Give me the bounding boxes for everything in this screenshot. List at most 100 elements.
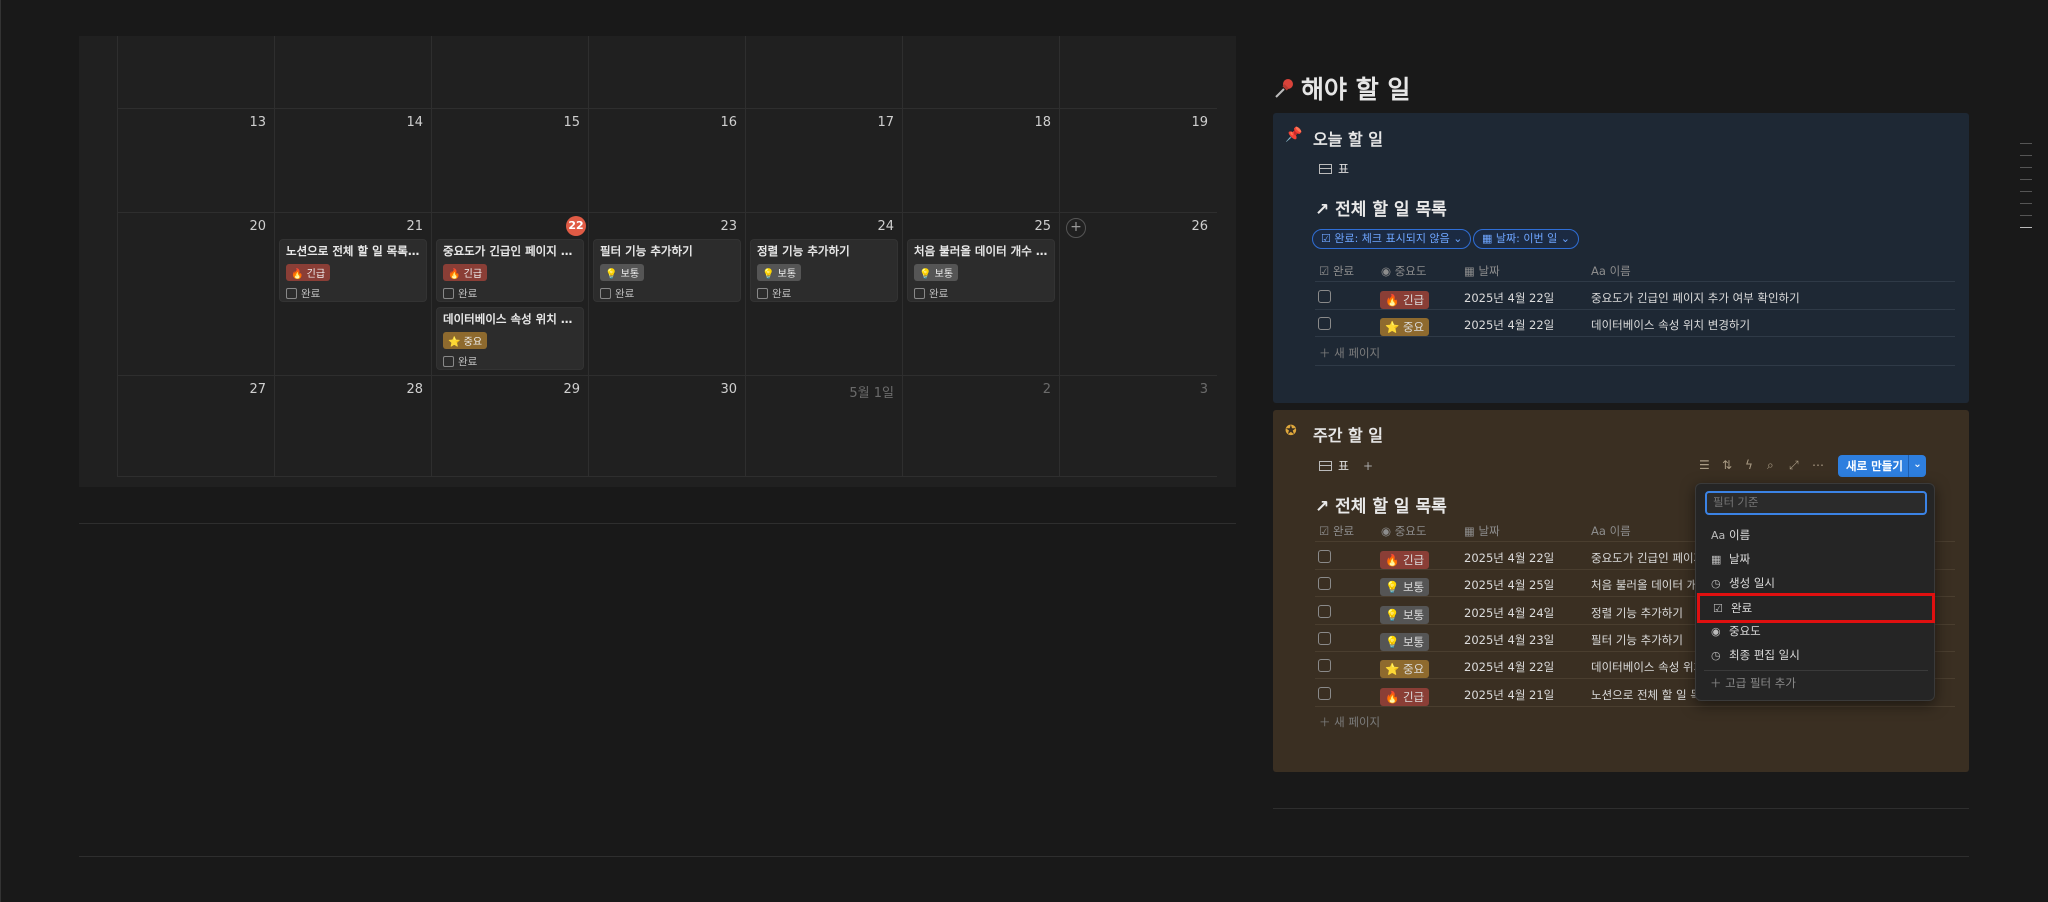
automation-icon[interactable]: ϟ [1745, 458, 1753, 472]
calendar-day[interactable]: 18 [902, 109, 1059, 212]
checkbox[interactable] [1318, 632, 1331, 645]
name-cell[interactable]: 데이터베이스 속성 위치 [1591, 659, 1704, 675]
filter-option-done[interactable]: ☑ 완료 [1697, 593, 1935, 623]
filter-search-input[interactable] [1705, 491, 1927, 515]
checkbox-label: 완료 [615, 288, 635, 300]
calendar-day[interactable]: 20 [117, 213, 274, 375]
calendar-day[interactable]: + 26 [1059, 213, 1216, 375]
column-header-name[interactable]: Aa 이름 [1591, 263, 1631, 279]
filter-chip-date[interactable]: ▦ 날짜: 이번 일 ⌄ [1473, 229, 1579, 249]
checkbox[interactable] [1318, 659, 1331, 672]
calendar-day[interactable]: 27 [117, 376, 274, 476]
calendar-day[interactable]: 15 [431, 109, 588, 212]
filter-icon[interactable]: ☰ [1699, 458, 1710, 472]
calendar-card[interactable]: 처음 불러올 데이터 개수 지... 💡 보통 완료 [907, 239, 1055, 302]
calendar-day[interactable]: 5월 1일 [745, 376, 902, 476]
date-cell: 2025년 4월 21일 [1464, 688, 1555, 702]
priority-tag: 💡 보통 [1380, 606, 1430, 624]
date-cell: 2025년 4월 22일 [1464, 318, 1555, 332]
filter-chip-done[interactable]: ☑ 완료: 체크 표시되지 않음 ⌄ [1312, 229, 1472, 249]
calendar-day-today[interactable]: 22 중요도가 긴급인 페이지 추... 🔥 긴급 완료 데이터베이스 속성 위… [431, 213, 588, 375]
name-cell[interactable]: 중요도가 긴급인 페이지 추가 여부 확인하기 [1591, 290, 1800, 306]
column-header-priority[interactable]: ◉ 중요도 [1381, 263, 1426, 279]
view-tab-table[interactable]: 표 + [1319, 457, 1373, 474]
calendar-card[interactable]: 정렬 기능 추가하기 💡 보통 완료 [750, 239, 898, 302]
new-button[interactable]: 새로 만들기 ⌄ [1838, 455, 1926, 477]
sort-icon[interactable]: ⇅ [1722, 458, 1732, 472]
checkbox[interactable] [757, 288, 768, 299]
calendar-day[interactable]: 16 [588, 109, 745, 212]
table-icon [1319, 460, 1332, 471]
calendar-card[interactable]: 데이터베이스 속성 위치 변... ⭐ 중요 완료 [436, 307, 584, 370]
calendar-card[interactable]: 필터 기능 추가하기 💡 보통 완료 [593, 239, 741, 302]
checkbox[interactable] [1318, 550, 1331, 563]
name-cell[interactable]: 데이터베이스 속성 위치 변경하기 [1591, 317, 1750, 333]
name-cell[interactable]: 처음 불러올 데이터 개수 [1591, 577, 1708, 593]
column-header-name[interactable]: Aa 이름 [1591, 523, 1631, 539]
priority-tag: ⭐ 중요 [1380, 660, 1430, 678]
add-event-icon[interactable]: + [1066, 218, 1086, 238]
add-view-icon[interactable]: + [1363, 459, 1373, 473]
checkbox-label: 완료 [929, 288, 949, 300]
name-cell[interactable]: 중요도가 긴급인 페이지 [1591, 550, 1704, 566]
calendar-day[interactable]: 25 처음 불러올 데이터 개수 지... 💡 보통 완료 [902, 213, 1059, 375]
checkbox-label: 완료 [458, 288, 478, 300]
checkbox[interactable] [1318, 577, 1331, 590]
view-tab-table[interactable]: 표 [1319, 160, 1349, 177]
priority-tag: ⭐ 중요 [443, 332, 488, 349]
name-cell[interactable]: 필터 기능 추가하기 [1591, 632, 1683, 648]
calendar-day[interactable]: 21 노션으로 전체 할 일 목록 만... 🔥 긴급 완료 [274, 213, 431, 375]
calendar-day[interactable]: 3 [1059, 376, 1216, 476]
calendar-day[interactable]: 24 정렬 기능 추가하기 💡 보통 완료 [745, 213, 902, 375]
checkbox[interactable] [1318, 687, 1331, 700]
column-header-date[interactable]: ▦ 날짜 [1464, 263, 1500, 279]
column-header-date[interactable]: ▦ 날짜 [1464, 523, 1500, 539]
checkbox[interactable] [443, 356, 454, 367]
calendar-day[interactable]: 30 [588, 376, 745, 476]
checkbox[interactable] [1318, 605, 1331, 618]
column-header-done[interactable]: ☑ 완료 [1319, 263, 1354, 279]
calendar-day[interactable]: 23 필터 기능 추가하기 💡 보통 완료 [588, 213, 745, 375]
calendar-day[interactable]: 29 [431, 376, 588, 476]
divider [79, 523, 1236, 524]
column-header-done[interactable]: ☑ 완료 [1319, 523, 1354, 539]
linked-arrow-icon: ↗ [1315, 497, 1336, 517]
checkbox[interactable] [443, 288, 454, 299]
calendar-day[interactable]: 17 [745, 109, 902, 212]
name-cell[interactable]: 노션으로 전체 할 일 목 [1591, 687, 1701, 703]
search-icon[interactable]: ⌕ [1767, 458, 1774, 473]
clock-icon: ◷ [1711, 648, 1721, 662]
database-title[interactable]: ↗ 전체 할 일 목록 [1315, 492, 1447, 517]
priority-tag: 🔥 긴급 [1380, 688, 1430, 706]
database-title[interactable]: ↗ 전체 할 일 목록 [1315, 195, 1447, 220]
calendar-day[interactable]: 28 [274, 376, 431, 476]
divider [79, 856, 1969, 857]
pin-icon: 📌 [1285, 127, 1303, 143]
filter-option-created[interactable]: ◷ 생성 일시 [1704, 572, 1928, 594]
filter-option-name[interactable]: Aa 이름 [1704, 524, 1928, 546]
checkbox[interactable] [286, 288, 297, 299]
column-header-priority[interactable]: ◉ 중요도 [1381, 523, 1426, 539]
name-cell[interactable]: 정렬 기능 추가하기 [1591, 605, 1683, 621]
calendar-card[interactable]: 노션으로 전체 할 일 목록 만... 🔥 긴급 완료 [279, 239, 427, 302]
outline-scroll-marks[interactable] [2020, 143, 2032, 239]
filter-option-edited[interactable]: ◷ 최종 편집 일시 [1704, 644, 1928, 666]
checkbox-icon: ☑ [1713, 601, 1723, 615]
calendar-day[interactable]: 13 [117, 109, 274, 212]
checkbox[interactable] [1318, 290, 1331, 303]
advanced-filter-button[interactable]: ＋ 고급 필터 추가 [1710, 675, 1796, 691]
calendar-day[interactable]: 14 [274, 109, 431, 212]
chevron-down-icon[interactable]: ⌄ [1908, 455, 1926, 477]
checkbox[interactable] [1318, 317, 1331, 330]
more-icon[interactable]: ⋯ [1812, 458, 1824, 472]
new-page-button[interactable]: ＋ 새 페이지 [1319, 714, 1380, 730]
filter-option-date[interactable]: ▦ 날짜 [1704, 548, 1928, 570]
calendar-card[interactable]: 중요도가 긴급인 페이지 추... 🔥 긴급 완료 [436, 239, 584, 302]
calendar-day[interactable]: 2 [902, 376, 1059, 476]
new-page-button[interactable]: ＋ 새 페이지 [1319, 345, 1380, 361]
filter-option-priority[interactable]: ◉ 중요도 [1704, 620, 1928, 642]
calendar-day[interactable]: 19 [1059, 109, 1216, 212]
expand-icon[interactable]: ⤢ [1789, 458, 1799, 473]
checkbox[interactable] [600, 288, 611, 299]
checkbox[interactable] [914, 288, 925, 299]
